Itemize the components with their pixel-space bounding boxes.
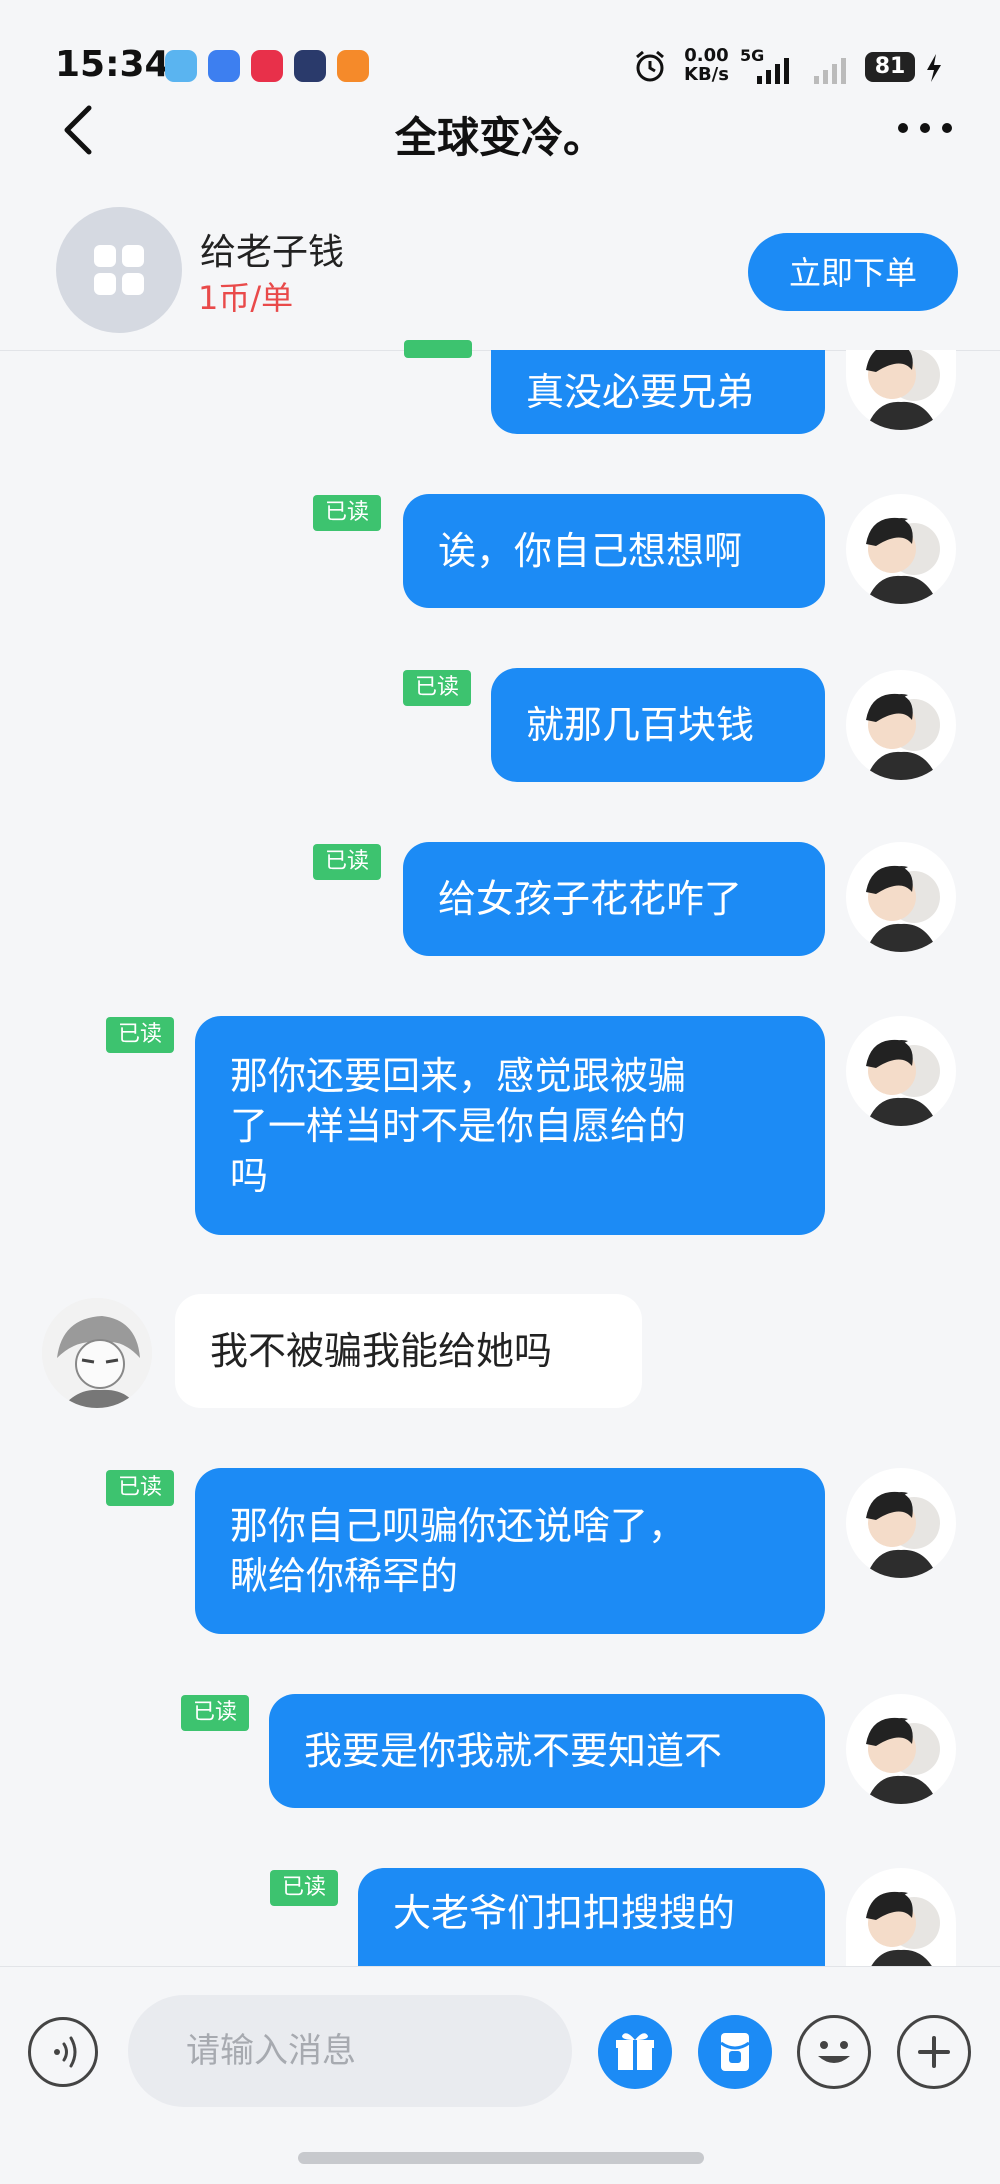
message-text-line: 那你还要回来，感觉跟被骗 (230, 1053, 687, 1098)
emoji-button[interactable] (797, 2015, 871, 2089)
read-badge: 已读 (403, 670, 472, 706)
more-options-icon[interactable] (895, 108, 955, 148)
app-notification-icon (165, 50, 197, 82)
message-bubble[interactable]: 我不被骗我能给她吗 (175, 1294, 642, 1408)
user-avatar-icon (866, 693, 940, 780)
message-bubble[interactable]: 那你还要回来，感觉跟被骗 了一样当时不是你自愿给的 吗 (195, 1016, 825, 1235)
message-text: 就那几百块钱 (526, 703, 755, 747)
message-text-line: 吗 (230, 1153, 269, 1198)
read-badge: 已读 (270, 1870, 339, 1906)
contact-avatar-icon (42, 1298, 152, 1408)
message-text: 我不被骗我能给她吗 (210, 1329, 553, 1373)
my-avatar[interactable] (846, 670, 956, 780)
my-avatar[interactable] (846, 1468, 956, 1578)
message-text: 我要是你我就不要知道不 (304, 1729, 723, 1773)
message-text: 给女孩子花花咋了 (438, 877, 743, 921)
message-bubble[interactable]: 我要是你我就不要知道不 (269, 1694, 825, 1808)
message-bubble[interactable]: 诶，你自己想想啊 (403, 494, 825, 608)
message-text-line: 了一样当时不是你自愿给的 (230, 1103, 687, 1148)
plus-icon (918, 2036, 950, 2068)
user-avatar-icon (866, 1039, 940, 1126)
gift-button[interactable] (598, 2015, 672, 2089)
user-avatar-icon (866, 1717, 940, 1804)
user-avatar-icon (866, 1491, 940, 1578)
my-avatar[interactable] (846, 1016, 956, 1126)
net-speed-unit: KB/s (684, 64, 729, 85)
status-bar: 15:34 0.00 KB/s 5G 81 (0, 0, 1000, 100)
app-notification-icon (208, 50, 240, 82)
red-packet-icon (720, 2033, 750, 2071)
alarm-icon (636, 50, 664, 82)
signal-icon-secondary (814, 58, 846, 84)
red-packet-button[interactable] (698, 2015, 772, 2089)
app-notification-icon (294, 50, 326, 82)
my-avatar[interactable] (846, 1694, 956, 1804)
message-input[interactable] (128, 1995, 572, 2107)
my-avatar[interactable] (846, 494, 956, 604)
service-avatar (56, 207, 182, 333)
order-now-button[interactable]: 立即下单 (748, 233, 958, 311)
gift-icon (616, 2033, 654, 2070)
signal-icon (757, 58, 789, 84)
service-price: 1币/单 (198, 279, 294, 317)
read-badge: 已读 (404, 340, 473, 358)
my-avatar[interactable] (846, 1868, 956, 1966)
user-avatar-icon (866, 517, 940, 604)
net-speed: 0.00 KB/s (684, 46, 729, 84)
message-bubble[interactable]: 那你自己呗骗你还说啥了， 瞅给你稀罕的 (195, 1468, 825, 1634)
read-badge: 已读 (181, 1695, 250, 1731)
message-bubble[interactable]: 就那几百块钱 (491, 668, 825, 782)
user-avatar-icon (866, 1891, 940, 1966)
chat-title: 全球变冷。 (394, 113, 605, 162)
read-badge: 已读 (313, 495, 382, 531)
add-more-button[interactable] (897, 2015, 971, 2089)
charging-icon (927, 54, 941, 82)
contact-avatar[interactable] (42, 1298, 152, 1408)
user-avatar-icon (866, 350, 940, 430)
message-text-line: 那你自己呗骗你还说啥了， (230, 1504, 687, 1548)
read-badge: 已读 (313, 844, 382, 880)
message-text-line: 瞅给你稀罕的 (230, 1554, 459, 1598)
message-bubble[interactable]: 大老爷们扣扣搜搜的 (358, 1868, 825, 1966)
user-avatar-icon (866, 865, 940, 952)
service-header: 给老子钱 1币/单 立即下单 (0, 195, 1000, 351)
message-text: 诶，你自己想想啊 (438, 529, 743, 573)
message-text: 大老爷们扣扣搜搜的 (393, 1891, 736, 1935)
net-speed-value: 0.00 (684, 45, 729, 66)
message-text: 真没必要兄弟 (526, 370, 755, 414)
message-bubble[interactable]: 给女孩子花花咋了 (403, 842, 825, 956)
service-name: 给老子钱 (200, 232, 345, 273)
read-badge: 已读 (106, 1017, 175, 1053)
message-bubble[interactable]: 真没必要兄弟 (491, 350, 825, 434)
status-time: 15:34 (55, 44, 170, 85)
voice-input-button[interactable] (28, 2017, 98, 2087)
my-avatar[interactable] (846, 842, 956, 952)
app-notification-icon (251, 50, 283, 82)
home-indicator[interactable] (298, 2152, 704, 2164)
app-notification-icon (337, 50, 369, 82)
my-avatar[interactable] (846, 350, 956, 430)
emoji-icon (818, 2041, 850, 2063)
read-badge: 已读 (106, 1470, 175, 1506)
voice-icon (54, 2036, 77, 2068)
battery-indicator: 81 (865, 52, 915, 82)
apps-grid-icon (94, 245, 144, 295)
